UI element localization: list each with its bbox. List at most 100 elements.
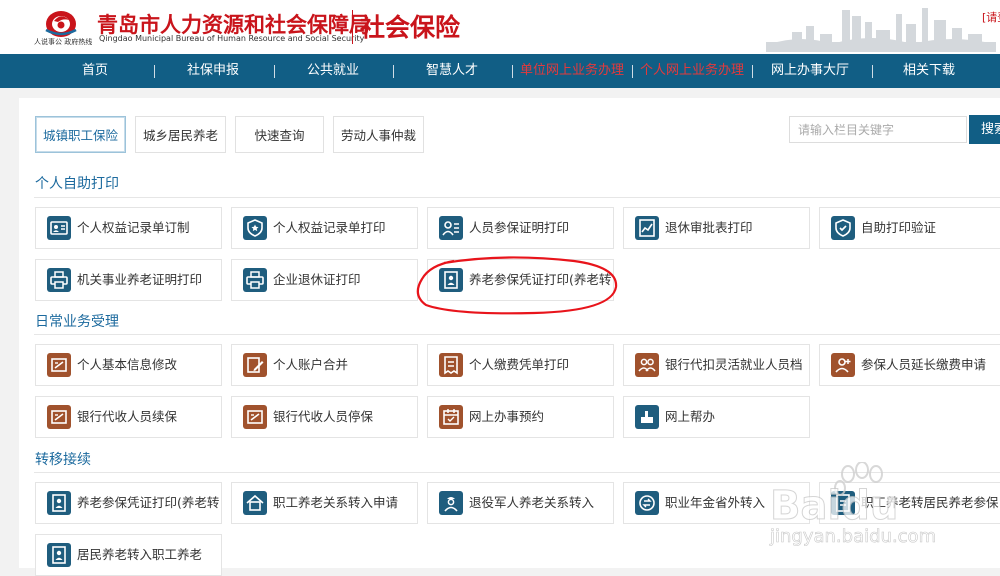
service-card[interactable]: 个人账户合并: [231, 344, 418, 386]
service-card[interactable]: 居民养老转入职工养老: [35, 534, 222, 576]
card-label: 银行代扣灵活就业人员档: [665, 357, 803, 372]
search-input[interactable]: [789, 116, 967, 143]
section-title-transfer: 转移接续: [35, 452, 91, 468]
soldier-icon: [439, 491, 463, 515]
service-card[interactable]: 银行代扣灵活就业人员档: [623, 344, 810, 386]
card-label: 退休审批表打印: [665, 220, 753, 235]
service-card[interactable]: 退役军人养老关系转入: [427, 482, 614, 524]
service-card[interactable]: 个人缴费凭单打印: [427, 344, 614, 386]
service-card[interactable]: 机关事业养老证明打印: [35, 259, 222, 301]
edit-form-icon: [243, 405, 267, 429]
section-divider: [34, 197, 1000, 198]
nav-separator: [393, 65, 394, 78]
section-divider: [34, 472, 1000, 473]
nav-public-employment[interactable]: 公共就业: [300, 54, 366, 88]
nav-smart-talent[interactable]: 智慧人才: [419, 54, 485, 88]
nav-downloads[interactable]: 相关下载: [894, 54, 964, 88]
edit-pen-icon: [243, 353, 267, 377]
nav-separator: [632, 65, 633, 78]
login-link[interactable]: [请登: [982, 9, 1000, 25]
service-card[interactable]: 个人基本信息修改: [35, 344, 222, 386]
group-icon: [635, 353, 659, 377]
watermark-subtext: jingyan.baidu.com: [770, 526, 937, 548]
portrait-doc-icon: [47, 491, 71, 515]
service-card[interactable]: 网上帮办: [623, 396, 810, 438]
transfer-icon: [635, 491, 659, 515]
card-label: 人员参保证明打印: [469, 220, 570, 235]
nav-separator: [274, 65, 275, 78]
user-add-icon: [831, 353, 855, 377]
card-label: 个人缴费凭单打印: [469, 357, 570, 372]
nav-separator: [752, 65, 753, 78]
card-label: 居民养老转入职工养老: [77, 547, 203, 562]
card-label: 银行代收人员停保: [273, 409, 374, 424]
card-label: 网上办事预约: [469, 409, 545, 424]
service-card[interactable]: 网上办事预约: [427, 396, 614, 438]
calendar-icon: [439, 405, 463, 429]
card-label: 养老参保凭证打印(养老转: [77, 495, 220, 510]
title-divider: [352, 10, 353, 44]
city-skyline-image: [766, 8, 996, 52]
portrait-doc-icon: [47, 543, 71, 567]
site-title: 社会保险: [360, 13, 461, 42]
edit-form-icon: [47, 405, 71, 429]
card-label: 企业退休证打印: [273, 272, 361, 287]
nav-separator: [154, 65, 155, 78]
nav-social-declaration[interactable]: 社保申报: [180, 54, 246, 88]
service-card[interactable]: 银行代收人员续保: [35, 396, 222, 438]
portrait-doc-icon: [439, 268, 463, 292]
site-header: 人说事公 政府热线 青岛市人力资源和社会保障局 Qingdao Municipa…: [0, 0, 1000, 54]
nav-separator: [872, 65, 873, 78]
nav-home[interactable]: 首页: [62, 54, 128, 88]
service-card[interactable]: 个人权益记录单订制: [35, 207, 222, 249]
house-icon: [243, 491, 267, 515]
service-card[interactable]: 人员参保证明打印: [427, 207, 614, 249]
card-label: 退役军人养老关系转入: [469, 495, 595, 510]
card-label: 个人账户合并: [273, 357, 349, 372]
service-card[interactable]: 养老参保凭证打印(养老转: [427, 259, 614, 301]
edit-form-icon: [47, 353, 71, 377]
service-card[interactable]: 银行代收人员停保: [231, 396, 418, 438]
service-card[interactable]: 养老参保凭证打印(养老转: [35, 482, 222, 524]
service-card[interactable]: 企业退休证打印: [231, 259, 418, 301]
nav-personal-online-business[interactable]: 个人网上业务办理: [640, 54, 744, 88]
tab-urban-employee-insurance[interactable]: 城镇职工保险: [35, 116, 126, 153]
logo-caption: 人说事公 政府热线: [34, 38, 93, 46]
card-label: 网上帮办: [665, 409, 716, 424]
card-label: 个人基本信息修改: [77, 357, 178, 372]
card-label: 银行代收人员续保: [77, 409, 178, 424]
section-title-self-print: 个人自助打印: [35, 176, 119, 192]
bureau-logo-icon: [45, 11, 77, 37]
service-card[interactable]: 自助打印验证: [819, 207, 1000, 249]
card-label: 养老参保凭证打印(养老转: [469, 272, 612, 287]
nav-online-service-hall[interactable]: 网上办事大厅: [766, 54, 854, 88]
printer-icon: [243, 268, 267, 292]
service-card[interactable]: 退休审批表打印: [623, 207, 810, 249]
watermark-text: Baidu: [769, 483, 899, 530]
tab-labor-arbitration[interactable]: 劳动人事仲裁: [333, 116, 424, 153]
service-card[interactable]: 参保人员延长缴费申请: [819, 344, 1000, 386]
card-label: 职工养老关系转入申请: [273, 495, 399, 510]
person-list-icon: [439, 216, 463, 240]
card-label: 参保人员延长缴费申请: [861, 357, 987, 372]
section-divider: [34, 334, 1000, 335]
service-card[interactable]: 个人权益记录单打印: [231, 207, 418, 249]
tab-urban-rural-pension[interactable]: 城乡居民养老: [135, 116, 226, 153]
service-card[interactable]: 职工养老关系转入申请: [231, 482, 418, 524]
nav-unit-online-business[interactable]: 单位网上业务办理: [520, 54, 624, 88]
tab-quick-query[interactable]: 快速查询: [235, 116, 324, 153]
section-title-daily-business: 日常业务受理: [35, 314, 119, 330]
card-label: 自助打印验证: [861, 220, 937, 235]
help-hand-icon: [635, 405, 659, 429]
printer-icon: [47, 268, 71, 292]
receipt-icon: [439, 353, 463, 377]
card-label: 机关事业养老证明打印: [77, 272, 203, 287]
shield-star-icon: [243, 216, 267, 240]
card-label: 个人权益记录单订制: [77, 220, 190, 235]
shield-check-icon: [831, 216, 855, 240]
main-nav: 首页 社保申报 公共就业 智慧人才 单位网上业务办理 个人网上业务办理 网上办事…: [0, 54, 1000, 88]
nav-separator: [512, 65, 513, 78]
chart-doc-icon: [635, 216, 659, 240]
search-button[interactable]: 搜索: [969, 115, 1000, 144]
card-label: 个人权益记录单打印: [273, 220, 386, 235]
